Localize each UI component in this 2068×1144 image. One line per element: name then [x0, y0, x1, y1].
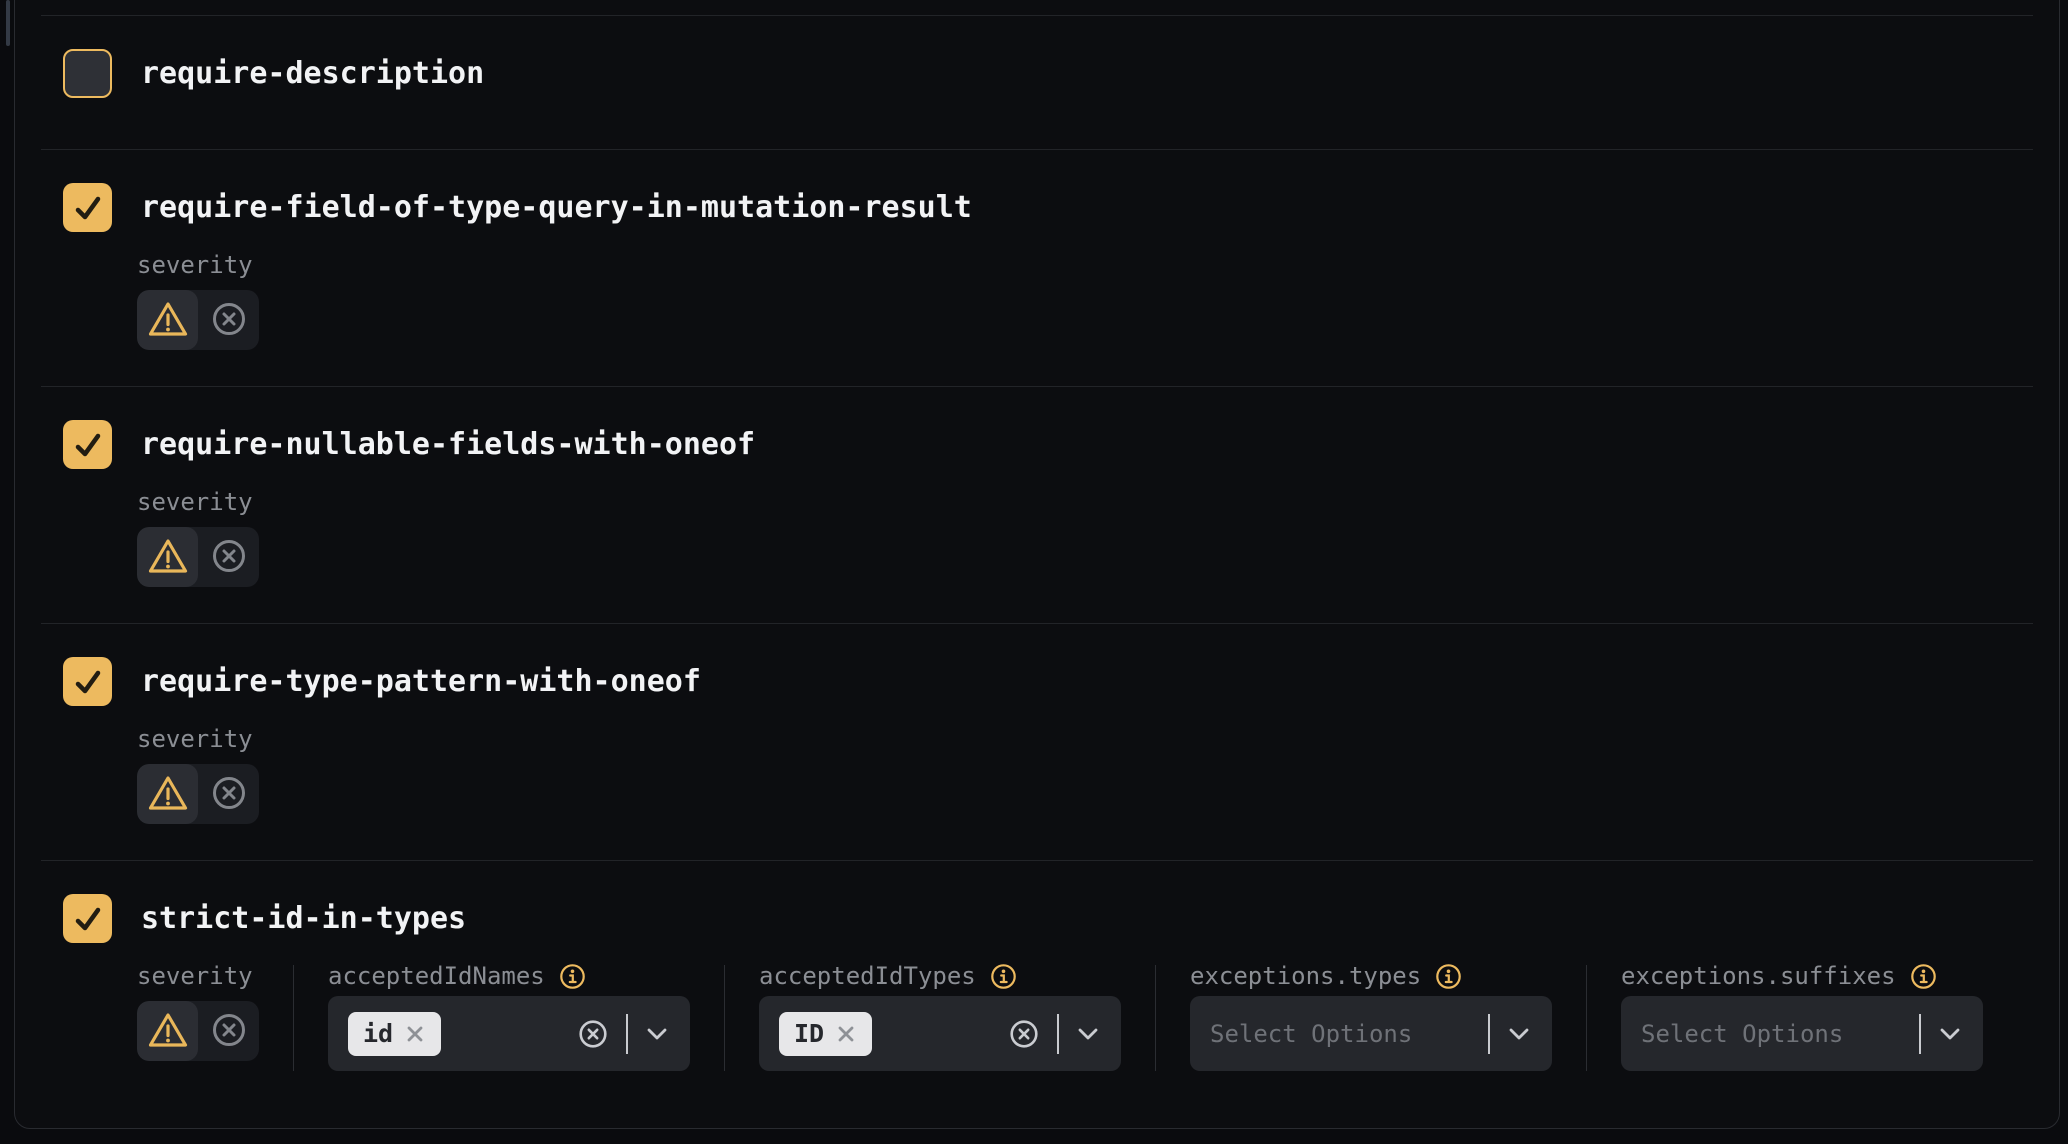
remove-tag-icon[interactable] [835, 1023, 857, 1045]
severity-toggle [137, 1001, 259, 1061]
severity-label: severity [137, 488, 253, 516]
clear-selection-icon[interactable] [1009, 1019, 1039, 1049]
warning-icon [147, 537, 189, 578]
info-icon[interactable] [990, 963, 1017, 990]
severity-option-column: severity [137, 724, 259, 824]
circle-x-icon [211, 301, 247, 340]
option-label: exceptions.types [1190, 962, 1421, 990]
warning-icon [147, 1011, 189, 1052]
option-label: acceptedIdTypes [759, 962, 976, 990]
circle-x-icon [211, 538, 247, 577]
rule-option-column: acceptedIdTypes ID [759, 961, 1121, 1071]
severity-option-column: severity [137, 250, 259, 350]
options-column-divider [293, 965, 294, 1071]
check-icon [71, 191, 105, 225]
warning-icon [147, 300, 189, 341]
multiselect-input[interactable]: ID [759, 996, 1121, 1071]
rule-row: require-type-pattern-with-oneof severity [41, 623, 2033, 860]
severity-off-button[interactable] [198, 1001, 259, 1061]
rule-name: strict-id-in-types [141, 901, 466, 936]
rule-checkbox[interactable] [63, 420, 112, 469]
rule-options-row: severity [137, 487, 2033, 587]
check-icon [71, 665, 105, 699]
rule-row: require-field-of-type-query-in-mutation-… [41, 149, 2033, 386]
rule-row: require-nullable-fields-with-oneof severi… [41, 386, 2033, 623]
severity-warn-button[interactable] [137, 1001, 198, 1061]
severity-label: severity [137, 725, 253, 753]
rule-option-column: acceptedIdNames id [328, 961, 690, 1071]
multiselect-input[interactable]: Select Options [1190, 996, 1552, 1071]
rule-options-row: severity [137, 724, 2033, 824]
select-placeholder: Select Options [1641, 1020, 1843, 1048]
select-placeholder: Select Options [1210, 1020, 1412, 1048]
severity-off-button[interactable] [198, 527, 259, 587]
dropdown-separator [626, 1014, 628, 1054]
chevron-down-icon[interactable] [1939, 1027, 1961, 1041]
options-column-divider [1155, 965, 1156, 1071]
rule-checkbox[interactable] [63, 49, 112, 98]
rule-option-column: exceptions.types Select Options [1190, 961, 1552, 1071]
selected-tag: ID [779, 1012, 872, 1056]
rule-options-row: severity acceptedIdNames id acceptedIdTypes… [137, 961, 2033, 1071]
clear-selection-icon[interactable] [578, 1019, 608, 1049]
dropdown-separator [1057, 1014, 1059, 1054]
check-icon [71, 428, 105, 462]
severity-warn-button[interactable] [137, 764, 198, 824]
options-column-divider [1586, 965, 1587, 1071]
dropdown-separator [1488, 1014, 1490, 1054]
check-icon [71, 902, 105, 936]
chevron-down-icon[interactable] [1508, 1027, 1530, 1041]
info-icon[interactable] [1910, 963, 1937, 990]
rule-checkbox[interactable] [63, 657, 112, 706]
tag-label: ID [794, 1019, 824, 1048]
rule-checkbox[interactable] [63, 894, 112, 943]
rule-options-row: severity [137, 250, 2033, 350]
info-icon[interactable] [1435, 963, 1462, 990]
severity-toggle [137, 764, 259, 824]
rule-name: require-type-pattern-with-oneof [141, 664, 701, 699]
multiselect-input[interactable]: id [328, 996, 690, 1071]
severity-option-column: severity [137, 487, 259, 587]
scrollbar-thumb[interactable] [6, 0, 10, 46]
remove-tag-icon[interactable] [404, 1023, 426, 1045]
severity-toggle [137, 290, 259, 350]
warning-icon [147, 774, 189, 815]
dropdown-separator [1919, 1014, 1921, 1054]
severity-label: severity [137, 962, 253, 990]
circle-x-icon [211, 1012, 247, 1051]
chevron-down-icon[interactable] [646, 1027, 668, 1041]
chevron-down-icon[interactable] [1077, 1027, 1099, 1041]
options-column-divider [724, 965, 725, 1071]
rule-name: require-field-of-type-query-in-mutation-… [141, 190, 972, 225]
severity-option-column: severity [137, 961, 259, 1071]
rule-name: require-nullable-fields-with-oneof [141, 427, 755, 462]
severity-off-button[interactable] [198, 764, 259, 824]
rule-option-column: exceptions.suffixes Select Options [1621, 961, 1983, 1071]
severity-off-button[interactable] [198, 290, 259, 350]
info-icon[interactable] [559, 963, 586, 990]
rule-row: strict-id-in-types severity acceptedIdName… [41, 860, 2033, 1144]
rule-checkbox[interactable] [63, 183, 112, 232]
option-label: acceptedIdNames [328, 962, 545, 990]
severity-label: severity [137, 251, 253, 279]
tag-label: id [363, 1019, 393, 1048]
rule-name: require-description [141, 56, 484, 91]
selected-tag: id [348, 1012, 441, 1056]
severity-warn-button[interactable] [137, 527, 198, 587]
circle-x-icon [211, 775, 247, 814]
severity-toggle [137, 527, 259, 587]
rule-row: require-description [41, 15, 2033, 149]
severity-warn-button[interactable] [137, 290, 198, 350]
rules-list: require-description require-field-of-type… [41, 15, 2033, 1144]
multiselect-input[interactable]: Select Options [1621, 996, 1983, 1071]
option-label: exceptions.suffixes [1621, 962, 1896, 990]
rules-panel: require-description require-field-of-type… [14, 0, 2060, 1129]
